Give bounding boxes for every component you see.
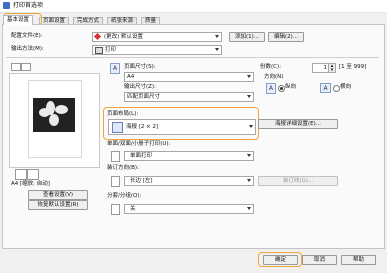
chevron-down-icon: [215, 48, 219, 51]
page-size-icon: A: [110, 63, 120, 74]
chevron-down-icon: [247, 154, 251, 157]
binding-label: 装订方向(B):: [107, 165, 139, 171]
page-layout-value: 海报 [2 × 2]: [126, 124, 159, 130]
chevron-down-icon: [247, 75, 251, 78]
preview-image: [33, 98, 75, 132]
landscape-icon: A: [320, 83, 331, 93]
print-icon: [95, 47, 103, 54]
chevron-down-icon: [215, 35, 219, 38]
preview-caption: A4 [缩放: 自动]: [11, 181, 50, 187]
window-title: 打印首选项: [13, 2, 44, 9]
copies-stepper[interactable]: ▴ ▾: [328, 63, 336, 73]
collate-label: 分套/分组(Q):: [107, 193, 142, 199]
preview-page: [28, 80, 82, 158]
duplex-select[interactable]: 单面打印: [124, 151, 254, 161]
binding-margin-button[interactable]: 装订线(G)...: [258, 176, 338, 186]
collate-icon: [111, 204, 120, 215]
printer-icon: [3, 2, 10, 9]
page-view-icon[interactable]: [11, 63, 21, 71]
copies-range: [1 至 999]: [339, 64, 367, 70]
portrait-label: 纵向: [285, 84, 297, 90]
chevron-down-icon: [247, 207, 251, 210]
ok-button[interactable]: 确定: [263, 255, 298, 265]
printer-view-icon[interactable]: [21, 63, 31, 71]
chevron-down-icon: [247, 179, 251, 182]
collate-select[interactable]: 关: [124, 204, 254, 214]
add-profile-button[interactable]: 添加(1)...: [229, 32, 265, 42]
page-size-label: 页面尺寸(S):: [124, 64, 156, 70]
page-layout-label: 页面布局(L):: [107, 111, 139, 117]
binding-select[interactable]: 长边 [左]: [124, 176, 254, 186]
profile-select[interactable]: (更改) 默认设置: [92, 32, 222, 42]
preview-pages-icon-2: [27, 169, 39, 180]
binding-value: 长边 [左]: [130, 178, 153, 184]
duplex-icon: [111, 151, 120, 162]
profile-value: (更改) 默认设置: [104, 34, 144, 40]
output-size-value: 匹配页面尺寸: [127, 94, 161, 100]
portrait-radio[interactable]: [278, 85, 285, 92]
output-method-select[interactable]: 打印: [92, 45, 222, 55]
copies-input[interactable]: 1: [312, 63, 329, 73]
page-preview: [9, 73, 100, 168]
copies-label: 份数(C):: [260, 64, 281, 70]
portrait-icon: A: [266, 83, 276, 94]
view-settings-button[interactable]: 查看设置(V): [28, 190, 88, 200]
pencil-icon: [93, 33, 102, 41]
duplex-label: 单面/双面/小册子打印(U):: [107, 141, 171, 147]
edit-profile-button[interactable]: 编辑(2)...: [268, 32, 304, 42]
page-layout-select[interactable]: 海报 [2 × 2]: [108, 119, 256, 135]
preview-pages-icon: [15, 169, 27, 180]
restore-defaults-button[interactable]: 恢复默认设置(R): [28, 200, 88, 210]
output-method-label: 输出方法(M):: [11, 46, 44, 52]
tab-basic[interactable]: 基本设置: [3, 15, 34, 25]
chevron-down-icon: [249, 125, 253, 128]
output-size-label: 输出尺寸(Z):: [124, 84, 156, 90]
profile-label: 配置文件(E):: [11, 33, 43, 39]
duplex-value: 单面打印: [130, 153, 153, 159]
cancel-button[interactable]: 取消: [302, 255, 337, 265]
chevron-down-icon: [247, 95, 251, 98]
landscape-label: 横向: [340, 84, 352, 90]
output-size-select[interactable]: 匹配页面尺寸: [124, 92, 254, 102]
page-size-select[interactable]: A4: [124, 72, 254, 82]
title-bar: 打印首选项: [0, 0, 387, 13]
output-method-value: 打印: [105, 47, 117, 53]
collate-value: 关: [130, 206, 136, 212]
binding-icon: [111, 176, 120, 187]
divider: [6, 57, 379, 58]
page-size-value: A4: [127, 74, 135, 80]
help-button[interactable]: 帮助: [341, 255, 376, 265]
poster-detail-button[interactable]: 海报详细设置(E)...: [258, 119, 338, 129]
poster-layout-icon: [112, 122, 123, 133]
landscape-radio[interactable]: [333, 85, 340, 92]
orientation-label: 方向(N): [264, 74, 284, 80]
